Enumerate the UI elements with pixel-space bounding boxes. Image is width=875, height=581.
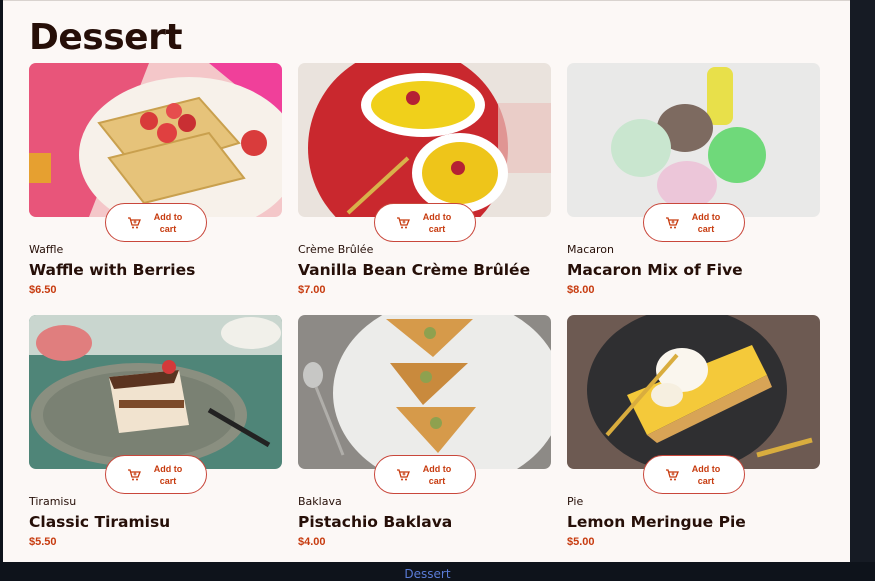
waffle-photo: [29, 63, 282, 217]
cart-icon: [397, 468, 410, 480]
cart-icon: [128, 468, 141, 480]
dessert-page: Dessert Add to cart Waffle Waffle with B…: [3, 0, 850, 562]
item-category: Crème Brûlée: [298, 243, 374, 256]
add-to-cart-label: Add to cart: [153, 211, 183, 234]
item-category: Tiramisu: [29, 495, 77, 508]
add-to-cart-label: Add to cart: [691, 463, 721, 486]
add-to-cart-button[interactable]: Add to cart: [105, 203, 207, 242]
item-price: $4.00: [298, 536, 326, 548]
add-to-cart-label: Add to cart: [422, 463, 452, 486]
cart-icon: [397, 216, 410, 228]
item-category: Pie: [567, 495, 584, 508]
item-category: Macaron: [567, 243, 615, 256]
cart-icon: [666, 216, 679, 228]
product-card-creme-brulee: Add to cart Crème Brûlée Vanilla Bean Cr…: [298, 63, 551, 296]
product-card-pie: Add to cart Pie Lemon Meringue Pie $5.00: [567, 315, 820, 548]
cart-icon: [128, 216, 141, 228]
add-to-cart-label: Add to cart: [422, 211, 452, 234]
creme-brulee-photo: [298, 63, 551, 217]
product-card-macaron: Add to cart Macaron Macaron Mix of Five …: [567, 63, 820, 296]
item-price: $6.50: [29, 284, 57, 296]
tiramisu-photo: [29, 315, 282, 469]
add-to-cart-label: Add to cart: [691, 211, 721, 234]
item-name: Lemon Meringue Pie: [567, 513, 746, 531]
add-to-cart-button[interactable]: Add to cart: [643, 455, 745, 494]
item-price: $8.00: [567, 284, 595, 296]
item-name: Vanilla Bean Crème Brûlée: [298, 261, 531, 279]
product-card-tiramisu: Add to cart Tiramisu Classic Tiramisu $5…: [29, 315, 282, 548]
cart-icon: [666, 468, 679, 480]
item-name: Macaron Mix of Five: [567, 261, 743, 279]
macaron-photo: [567, 63, 820, 217]
baklava-photo: [298, 315, 551, 469]
item-price: $5.00: [567, 536, 595, 548]
add-to-cart-button[interactable]: Add to cart: [643, 203, 745, 242]
page-caption: Dessert: [404, 567, 451, 581]
item-category: Waffle: [29, 243, 64, 256]
page-title: Dessert: [29, 17, 183, 58]
product-card-baklava: Add to cart Baklava Pistachio Baklava $4…: [298, 315, 551, 548]
item-price: $7.00: [298, 284, 326, 296]
add-to-cart-button[interactable]: Add to cart: [374, 455, 476, 494]
scrollbar-track[interactable]: [850, 0, 875, 562]
pie-photo: [567, 315, 820, 469]
add-to-cart-label: Add to cart: [153, 463, 183, 486]
item-name: Classic Tiramisu: [29, 513, 171, 531]
product-card-waffle: Add to cart Waffle Waffle with Berries $…: [29, 63, 282, 296]
item-category: Baklava: [298, 495, 342, 508]
add-to-cart-button[interactable]: Add to cart: [105, 455, 207, 494]
add-to-cart-button[interactable]: Add to cart: [374, 203, 476, 242]
item-name: Waffle with Berries: [29, 261, 196, 279]
item-name: Pistachio Baklava: [298, 513, 453, 531]
item-price: $5.50: [29, 536, 57, 548]
